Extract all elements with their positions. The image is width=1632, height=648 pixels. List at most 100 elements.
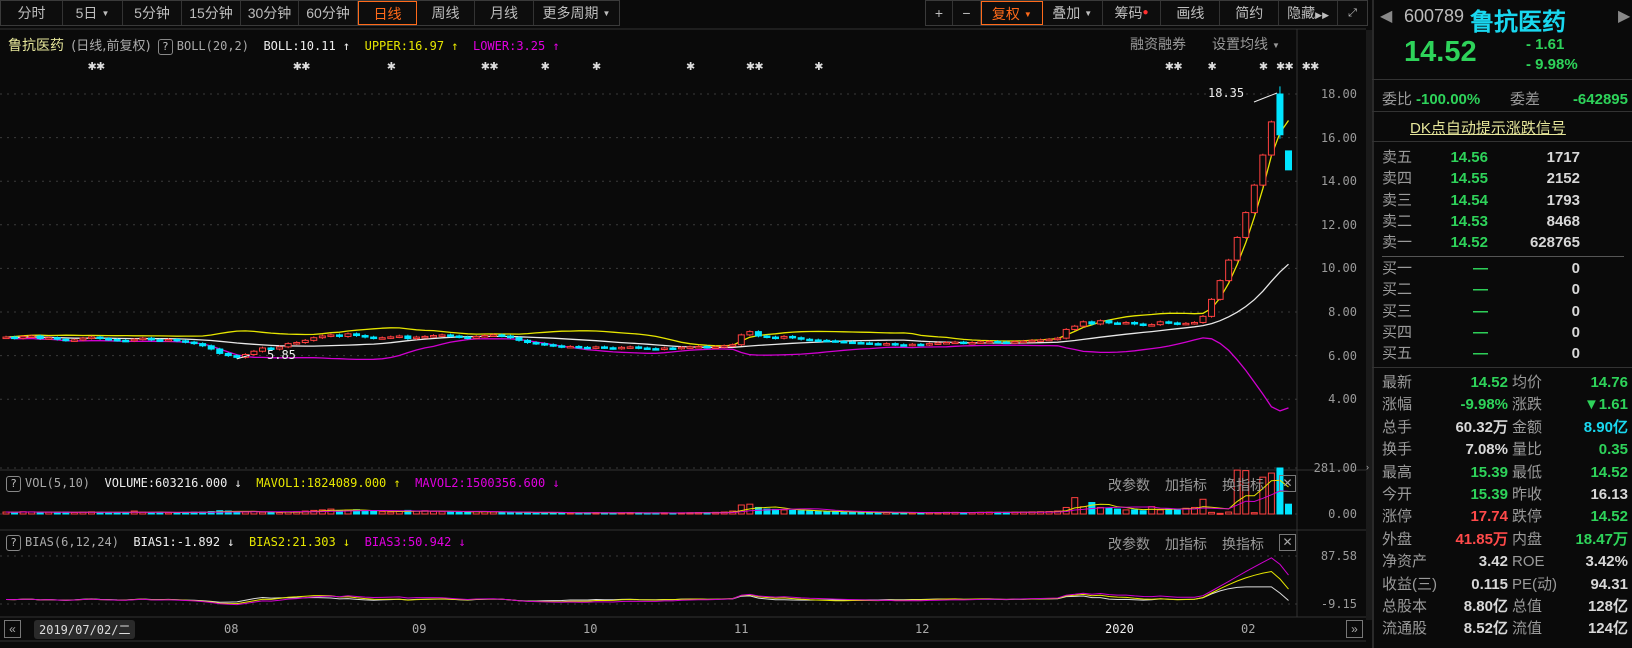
candle-body (746, 331, 754, 336)
price: — (1473, 345, 1488, 363)
volume-bar (430, 510, 437, 515)
close-icon[interactable]: ✕ (1279, 534, 1296, 551)
candle-body (891, 343, 899, 346)
volume-bar (447, 511, 455, 515)
month-label: 09 (412, 622, 427, 636)
candle-body (28, 335, 36, 338)
volume-bar (438, 511, 446, 515)
candle-body (1122, 321, 1130, 325)
volume-bar (780, 509, 788, 515)
label: 量比 (1512, 441, 1543, 459)
bias-add-indicator-button[interactable]: 加指标 (1165, 534, 1207, 554)
candle-body (455, 335, 463, 338)
candle-body (609, 347, 617, 350)
candle-body (370, 336, 378, 340)
volume-bar (36, 512, 44, 515)
price: — (1473, 323, 1488, 341)
candle-body (1037, 339, 1045, 342)
candle-body (250, 350, 258, 356)
ask-row: 卖五 14.56 1717 (1382, 147, 1628, 168)
divider (1372, 367, 1632, 368)
value: 17.74 (1470, 508, 1508, 526)
candle-body (601, 346, 608, 349)
vol-edit-params-button[interactable]: 改参数 (1108, 475, 1150, 495)
month-label: 12 (915, 622, 930, 636)
candle-body (669, 347, 677, 350)
label: 换手 (1382, 441, 1413, 459)
label: 买三 (1382, 302, 1413, 320)
bid-row: 买五 — 0 (1382, 343, 1628, 364)
value: 8.80亿 (1463, 598, 1508, 615)
vol-add-indicator-button[interactable]: 加指标 (1165, 475, 1207, 495)
label: 流通股 (1382, 620, 1428, 638)
value: 16.13 (1590, 486, 1628, 503)
ask-row: 卖三 14.54 1793 (1382, 190, 1628, 211)
price-axis-label: 8.00 (1328, 305, 1357, 319)
candle-body (541, 343, 549, 346)
candle-body (1019, 340, 1027, 344)
volume: 0 (1571, 302, 1580, 320)
candle-body (660, 347, 668, 350)
candle-body (626, 346, 634, 349)
volume-bar (1165, 508, 1173, 515)
label: 总股本 (1382, 598, 1428, 615)
month-label: 02 (1241, 622, 1256, 636)
volume-bar (789, 509, 797, 515)
candle-body (11, 336, 19, 340)
candle-body (284, 343, 292, 348)
bias2-line (5, 570, 1289, 605)
stat-row: 流通股 8.52亿 流值 124亿 (1382, 618, 1628, 639)
label: 买五 (1382, 345, 1413, 363)
candle-body (216, 348, 224, 354)
event-marker-icon: ✱ (1285, 61, 1294, 73)
scroll-left-button[interactable]: « (4, 620, 21, 638)
label: 金额 (1512, 418, 1543, 436)
bias-switch-indicator-button[interactable]: 换指标 (1222, 534, 1264, 554)
close-icon[interactable]: ✕ (1279, 475, 1296, 492)
price-change: - 1.61 (1526, 36, 1565, 53)
candle-body (182, 340, 190, 343)
candle-body (874, 343, 882, 346)
volume-bar (1285, 503, 1292, 515)
value: 14.76 (1590, 374, 1628, 391)
help-icon[interactable]: ? (6, 476, 21, 492)
volume-bar (1250, 512, 1258, 515)
volume: 2152 (1546, 170, 1580, 188)
value: 0.115 (1471, 575, 1508, 593)
candle-body (139, 337, 147, 341)
event-marker-icon: ✱ (1259, 61, 1268, 73)
help-icon[interactable]: ? (6, 535, 21, 551)
candle-body (489, 334, 497, 337)
volume-bar (259, 511, 266, 515)
label: 卖三 (1382, 191, 1413, 209)
bias-edit-params-button[interactable]: 改参数 (1108, 534, 1150, 554)
value: -9.98% (1460, 396, 1508, 414)
volume: 0 (1571, 281, 1580, 299)
value: 7.08% (1465, 441, 1508, 459)
candle-body (1242, 212, 1250, 238)
divider (1372, 141, 1632, 142)
mavol2-line (5, 490, 1289, 514)
candle-body (1062, 328, 1070, 339)
value: 60.32万 (1455, 418, 1508, 436)
volume-bar (276, 512, 284, 515)
candle-body (344, 333, 352, 337)
price-axis-label: 4.00 (1328, 392, 1357, 407)
candle-body (464, 336, 472, 340)
dk-signal-link[interactable]: DK点自动提示涨跌信号 (1410, 117, 1566, 138)
bias2-value: BIAS2:21.303 ↓ (248, 535, 351, 549)
candle-body (524, 339, 532, 344)
value: 124亿 (1587, 620, 1628, 638)
next-stock-icon[interactable]: ▶ (1618, 6, 1630, 26)
scroll-right-button[interactable]: » (1346, 620, 1363, 638)
volume-bar (464, 511, 472, 515)
volume-bar (848, 511, 856, 515)
candle-body (62, 338, 70, 342)
bias-axis-label: 87.58 (1320, 549, 1357, 563)
prev-stock-icon[interactable]: ◀ (1380, 6, 1392, 26)
volume-bar (797, 510, 805, 515)
stat-row: 总股本 8.80亿 总值 128亿 (1382, 596, 1628, 617)
candle-body (549, 344, 557, 347)
vol-switch-indicator-button[interactable]: 换指标 (1222, 475, 1264, 495)
volume-bar (823, 511, 831, 515)
